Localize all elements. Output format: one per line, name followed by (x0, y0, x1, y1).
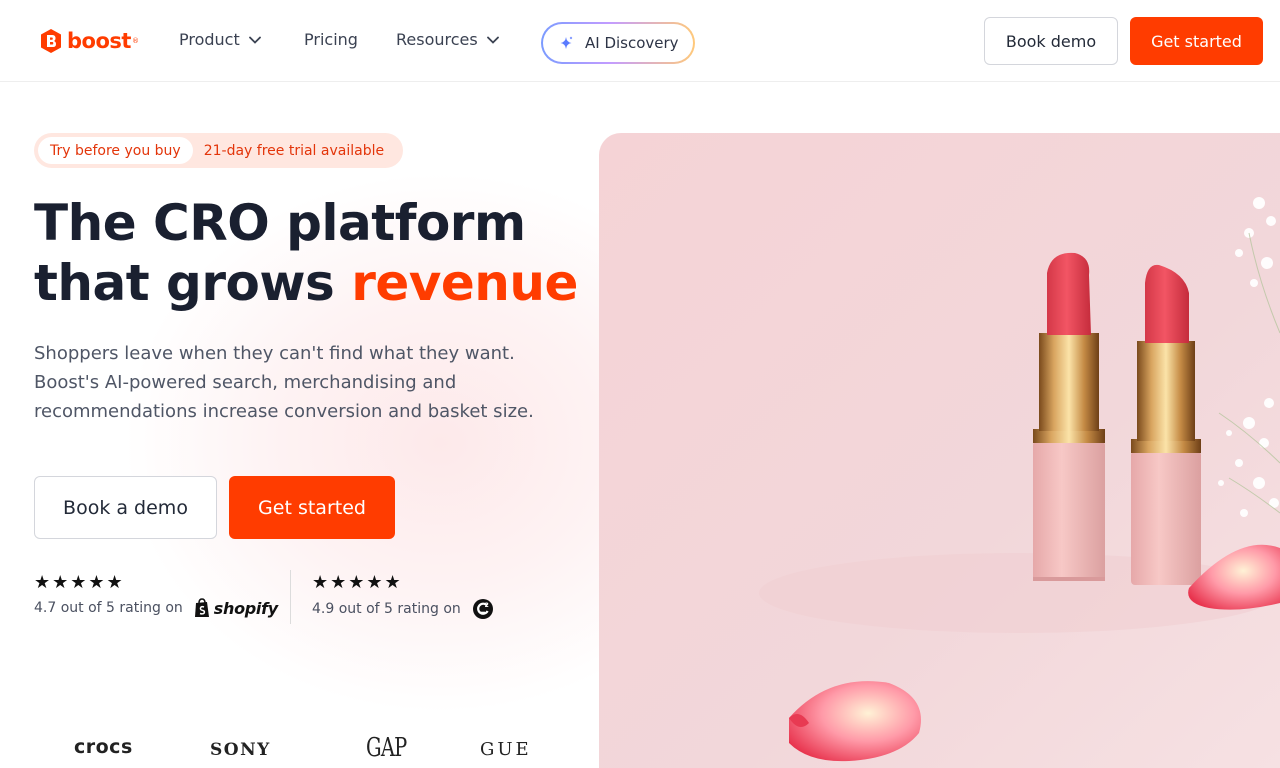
chevron-down-icon (486, 36, 499, 44)
book-demo-button[interactable]: Book demo (984, 17, 1118, 65)
lipstick-illustration (599, 133, 1280, 768)
logo-wordmark: boost (67, 29, 131, 53)
brand-logo-gap: GAP (366, 733, 407, 763)
nav-pricing-label: Pricing (304, 30, 358, 49)
boost-logo-icon (41, 29, 61, 53)
rating-text: 4.9 out of 5 rating on (312, 601, 461, 617)
g2-rating: ★★★★★ 4.9 out of 5 rating on 2 (312, 572, 494, 620)
site-header: boost ® Product Pricing Resources AI Disc… (0, 0, 1280, 82)
trial-badge-label: Try before you buy (38, 137, 193, 164)
registered-mark: ® (131, 37, 139, 45)
boost-logo[interactable]: boost ® (40, 27, 139, 55)
chevron-down-icon (248, 36, 261, 44)
nav-product-label: Product (179, 30, 240, 49)
hero-description: Shoppers leave when they can't find what… (34, 343, 534, 422)
trial-badge[interactable]: Try before you buy 21-day free trial ava… (34, 133, 403, 168)
book-a-demo-button[interactable]: Book a demo (34, 476, 217, 539)
trial-badge-text: 21-day free trial available (203, 142, 385, 159)
shopify-bag-icon (194, 598, 209, 617)
sparkle-icon (560, 36, 573, 49)
ai-discovery-label: AI Discovery (585, 34, 679, 52)
svg-text:2: 2 (484, 602, 488, 609)
hero-title: The CRO platform that grows revenue (34, 193, 594, 313)
nav-resources-label: Resources (396, 30, 478, 49)
hero-title-accent: revenue (351, 254, 578, 312)
hero-title-line2: that grows (34, 254, 352, 312)
brand-logo-gue: GUE (480, 739, 532, 760)
nav-resources[interactable]: Resources (396, 30, 499, 49)
brand-logo-sony: SONY (210, 740, 271, 760)
brand-logo-crocs: crocs (74, 736, 133, 758)
nav-product[interactable]: Product (179, 30, 261, 49)
shopify-logo[interactable]: shopify (193, 598, 278, 618)
shopify-wordmark: shopify (213, 598, 278, 618)
hero-image-lipsticks (599, 133, 1280, 768)
ai-discovery-inner: AI Discovery (543, 24, 693, 62)
hero-get-started-button[interactable]: Get started (229, 476, 395, 539)
shopify-rating-line: 4.7 out of 5 rating on shopify (34, 598, 278, 618)
g2-rating-line: 4.9 out of 5 rating on 2 (312, 598, 494, 620)
rating-stars: ★★★★★ (312, 572, 403, 593)
rating-divider (290, 570, 291, 624)
nav-pricing[interactable]: Pricing (304, 30, 358, 49)
rating-text: 4.7 out of 5 rating on (34, 600, 183, 616)
get-started-button[interactable]: Get started (1130, 17, 1263, 65)
rating-stars: ★★★★★ (34, 572, 125, 593)
shopify-rating: ★★★★★ 4.7 out of 5 rating on shopify (34, 572, 278, 618)
ai-discovery-button[interactable]: AI Discovery (541, 22, 695, 64)
hero-title-line1: The CRO platform (34, 194, 526, 252)
g2-logo-icon[interactable]: 2 (472, 598, 494, 620)
